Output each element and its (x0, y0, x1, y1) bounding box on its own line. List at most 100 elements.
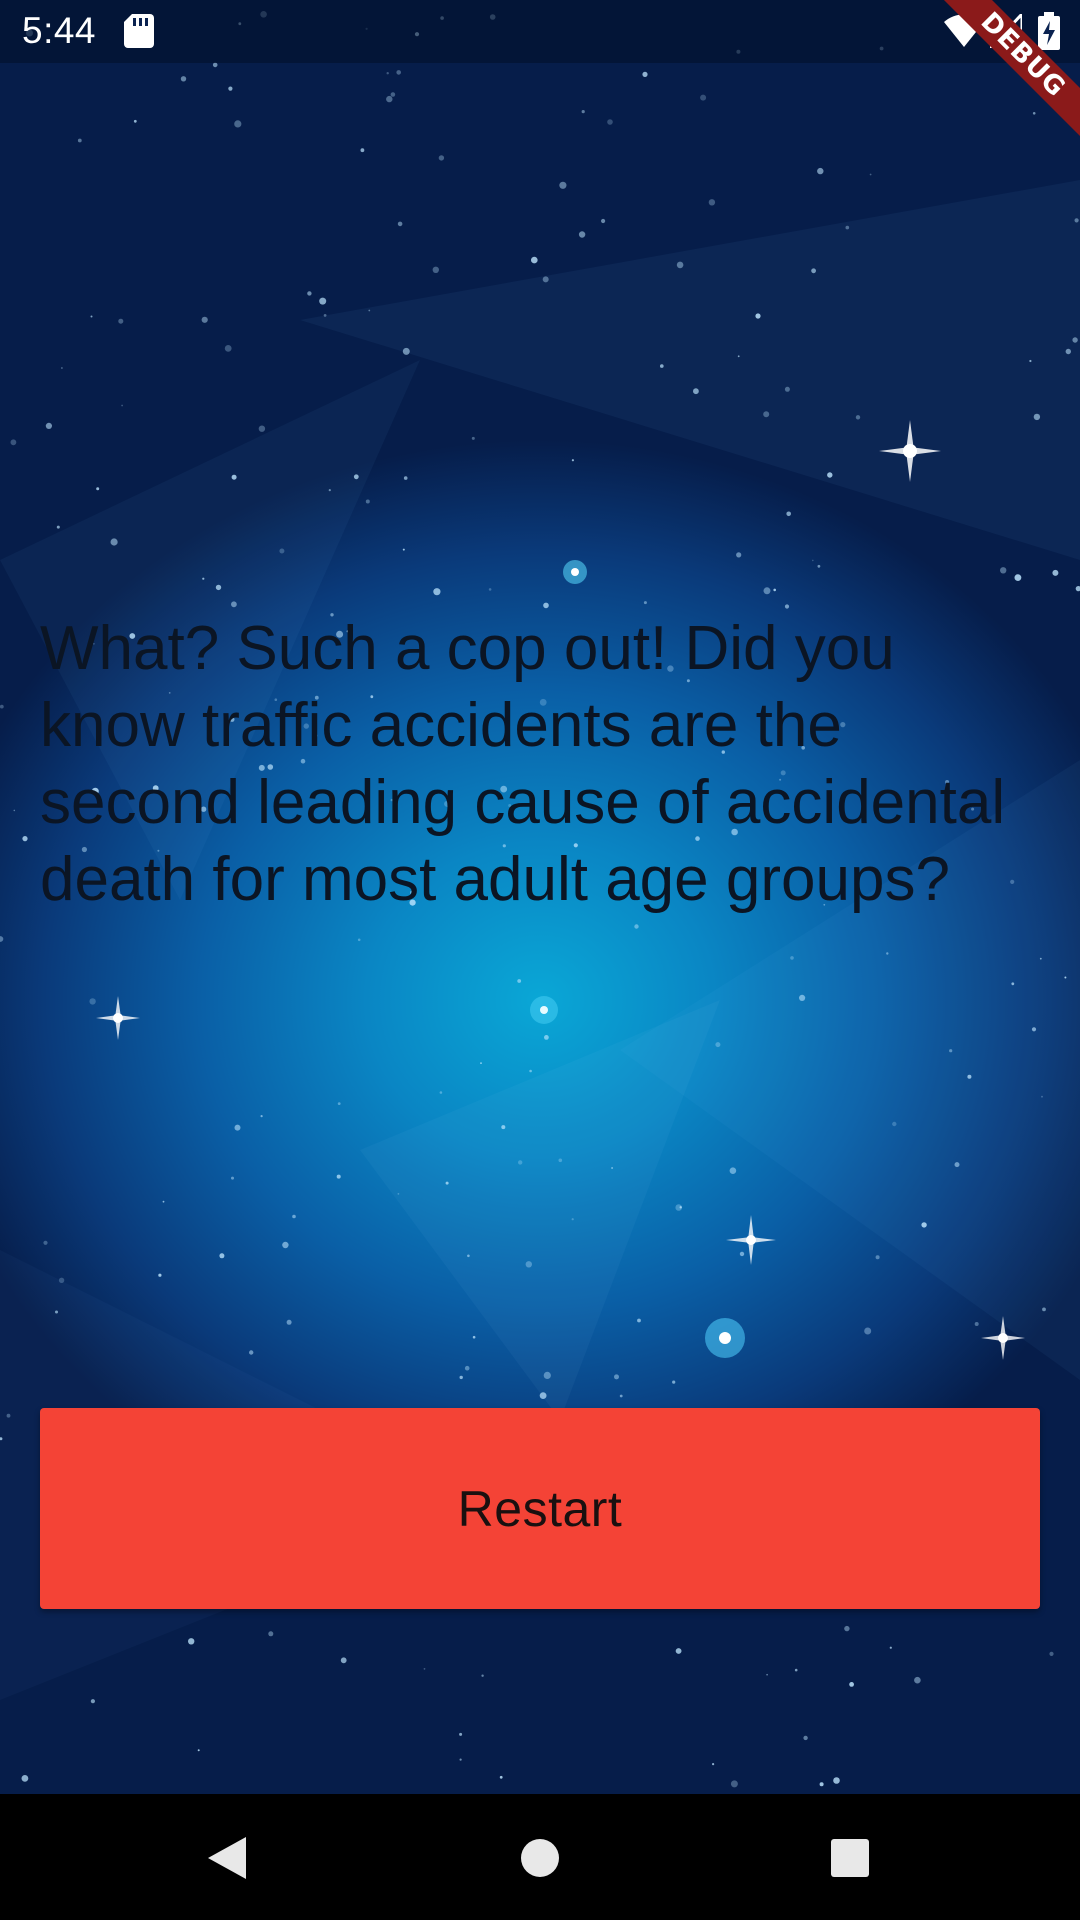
star-dot (869, 173, 872, 176)
star-dot (1065, 348, 1072, 355)
star-dot (581, 110, 585, 114)
star-dot (799, 994, 806, 1002)
star-dot (817, 564, 821, 568)
star-dot (445, 1181, 449, 1185)
star-dot (58, 1277, 65, 1284)
star-dot (543, 1371, 551, 1379)
star-dot (90, 315, 93, 318)
star-dot (336, 1174, 341, 1179)
star-dot (676, 261, 684, 269)
star-dot (215, 584, 222, 591)
star-dot (133, 119, 137, 123)
star-dot (739, 1251, 745, 1257)
star-dot (353, 474, 359, 480)
status-time: 5:44 (22, 10, 97, 51)
star-dot (1075, 586, 1080, 592)
star-dot (559, 181, 567, 189)
star-dot (307, 291, 312, 296)
star-dot (1074, 218, 1079, 223)
star-dot (459, 1732, 463, 1736)
star-dot (357, 938, 361, 942)
star-dot (438, 155, 445, 161)
star-dot (228, 86, 233, 91)
star-dot (715, 1042, 721, 1048)
star-dot (464, 1365, 470, 1371)
star-dot (1041, 1095, 1043, 1098)
star-dot (974, 1322, 979, 1326)
app-screen: 5:44 DEBUG What? Such a cop out! Did you… (0, 0, 1080, 1920)
star-dot (471, 436, 475, 440)
home-icon[interactable] (500, 1822, 580, 1894)
star-dot (319, 297, 327, 305)
star-dot (619, 1394, 623, 1398)
star-dot (811, 268, 816, 274)
star-dot (634, 924, 639, 929)
star-dot (643, 601, 647, 605)
star-dot (197, 1749, 200, 1752)
star-dot (13, 809, 16, 812)
star-dot (96, 487, 100, 491)
star-dot (601, 218, 606, 224)
star-dot (439, 1091, 443, 1094)
star-dot (45, 422, 53, 429)
star-dot (286, 1319, 292, 1325)
recents-icon[interactable] (810, 1822, 890, 1894)
star-dot (642, 71, 648, 77)
star-dot (967, 1074, 972, 1079)
star-dot (89, 998, 96, 1005)
star-dot (892, 1121, 897, 1127)
star-dot (784, 604, 790, 609)
star-dot (1033, 413, 1041, 421)
star-dot (61, 367, 63, 369)
star-dot (637, 1318, 641, 1323)
star-dot (77, 138, 82, 143)
star-dot (162, 1200, 165, 1203)
star-dot (614, 1374, 619, 1380)
star-dot (679, 1206, 682, 1209)
star-dot (833, 1777, 840, 1784)
restart-button[interactable]: Restart (40, 1408, 1040, 1609)
star-dot (202, 577, 205, 580)
star-dot (571, 459, 575, 462)
star-dot (260, 1115, 263, 1118)
star-dot (817, 167, 824, 175)
star-dot (180, 76, 187, 82)
star-dot (402, 548, 405, 551)
star-dot (1011, 982, 1015, 986)
star-dot (529, 1069, 532, 1073)
wifi-icon (944, 14, 984, 53)
back-icon[interactable] (186, 1822, 266, 1894)
star-dot (1014, 574, 1022, 581)
star-dot (1032, 112, 1036, 115)
star-dot (790, 956, 794, 960)
star-dot (773, 588, 776, 592)
star-dot (231, 1176, 234, 1180)
navigation-bar (0, 1794, 1080, 1920)
battery-charging-icon (1038, 12, 1060, 55)
star-dot (6, 1413, 11, 1418)
star-dot (22, 836, 28, 842)
star-dot (849, 1682, 854, 1687)
star-dot (121, 404, 123, 407)
star-dot (889, 1646, 892, 1649)
star-dot (501, 1125, 506, 1130)
star-dot (1052, 569, 1059, 576)
star-dot (499, 1775, 503, 1779)
star-dot (693, 388, 699, 395)
star-dot (1031, 1027, 1037, 1032)
star-dot (249, 1350, 254, 1355)
star-dot (292, 1214, 296, 1219)
star-dot (1072, 337, 1078, 343)
star-dot (219, 1253, 225, 1259)
star-dot (268, 1631, 274, 1637)
star-dot (763, 587, 771, 595)
star-dot (578, 231, 586, 238)
star-dot (43, 1240, 48, 1245)
star-dot (188, 1638, 195, 1645)
star-dot (158, 1273, 162, 1277)
star-dot (390, 92, 396, 97)
star-dot (729, 1167, 737, 1174)
star-dot (875, 1255, 880, 1260)
star-dot (386, 72, 389, 75)
star-dot (855, 415, 861, 420)
